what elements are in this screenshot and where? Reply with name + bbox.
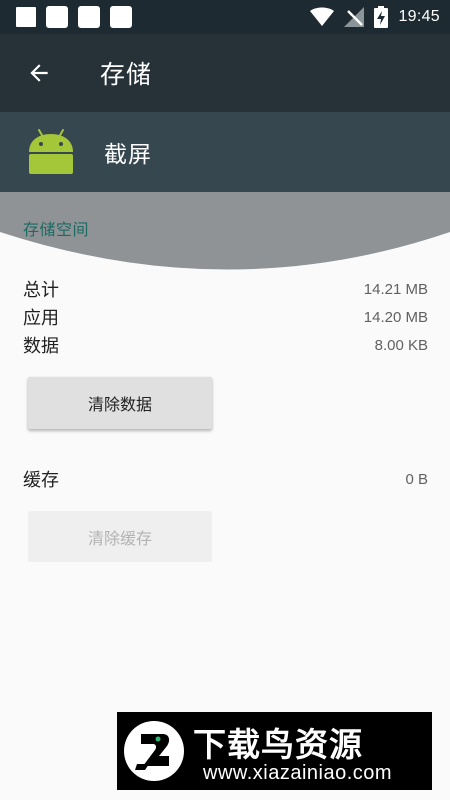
cache-label: 缓存: [23, 470, 59, 491]
row-label: 数据: [23, 336, 59, 357]
wifi-icon: [310, 7, 335, 26]
row-value: 14.20 MB: [363, 308, 428, 326]
notification-square-icon: [46, 6, 68, 28]
app-name: 截屏: [104, 142, 152, 168]
system-icons: 19:45: [310, 6, 440, 28]
clock: 19:45: [398, 8, 440, 25]
page-title: 存储: [100, 60, 153, 89]
notification-square-icon: [78, 6, 100, 28]
android-robot-icon: [29, 129, 73, 174]
battery-charging-icon: [374, 6, 389, 28]
toolbar: 存储: [0, 34, 450, 112]
row-value: 14.21 MB: [363, 280, 428, 298]
clear-cache-button: 清除缓存: [28, 511, 212, 562]
storage-row-app: 应用 14.20 MB: [23, 303, 428, 331]
watermark-banner: 下载鸟资源 www.xiazainiao.com: [117, 712, 432, 790]
storage-section-title: 存储空间: [23, 220, 90, 239]
watermark-title: 下载鸟资源: [193, 725, 363, 764]
back-button[interactable]: [4, 34, 74, 112]
notification-square-icon: [16, 7, 36, 27]
storage-row-data: 数据 8.00 KB: [23, 331, 428, 359]
no-signal-icon: [344, 7, 365, 27]
status-bar: 19:45: [0, 0, 450, 34]
row-value: 8.00 KB: [374, 336, 428, 354]
cache-row: 缓存 0 B: [23, 465, 428, 493]
bird-logo-icon: [124, 721, 184, 781]
row-label: 总计: [23, 280, 59, 301]
clear-data-button[interactable]: 清除数据: [28, 377, 212, 429]
watermark-url: www.xiazainiao.com: [203, 762, 393, 784]
notification-icons: [16, 6, 132, 28]
app-header: 截屏: [0, 112, 450, 192]
arrow-back-icon: [30, 64, 48, 82]
cache-value: 0 B: [405, 470, 428, 488]
storage-row-total: 总计 14.21 MB: [23, 275, 428, 303]
notification-square-icon: [110, 6, 132, 28]
row-label: 应用: [23, 308, 59, 329]
